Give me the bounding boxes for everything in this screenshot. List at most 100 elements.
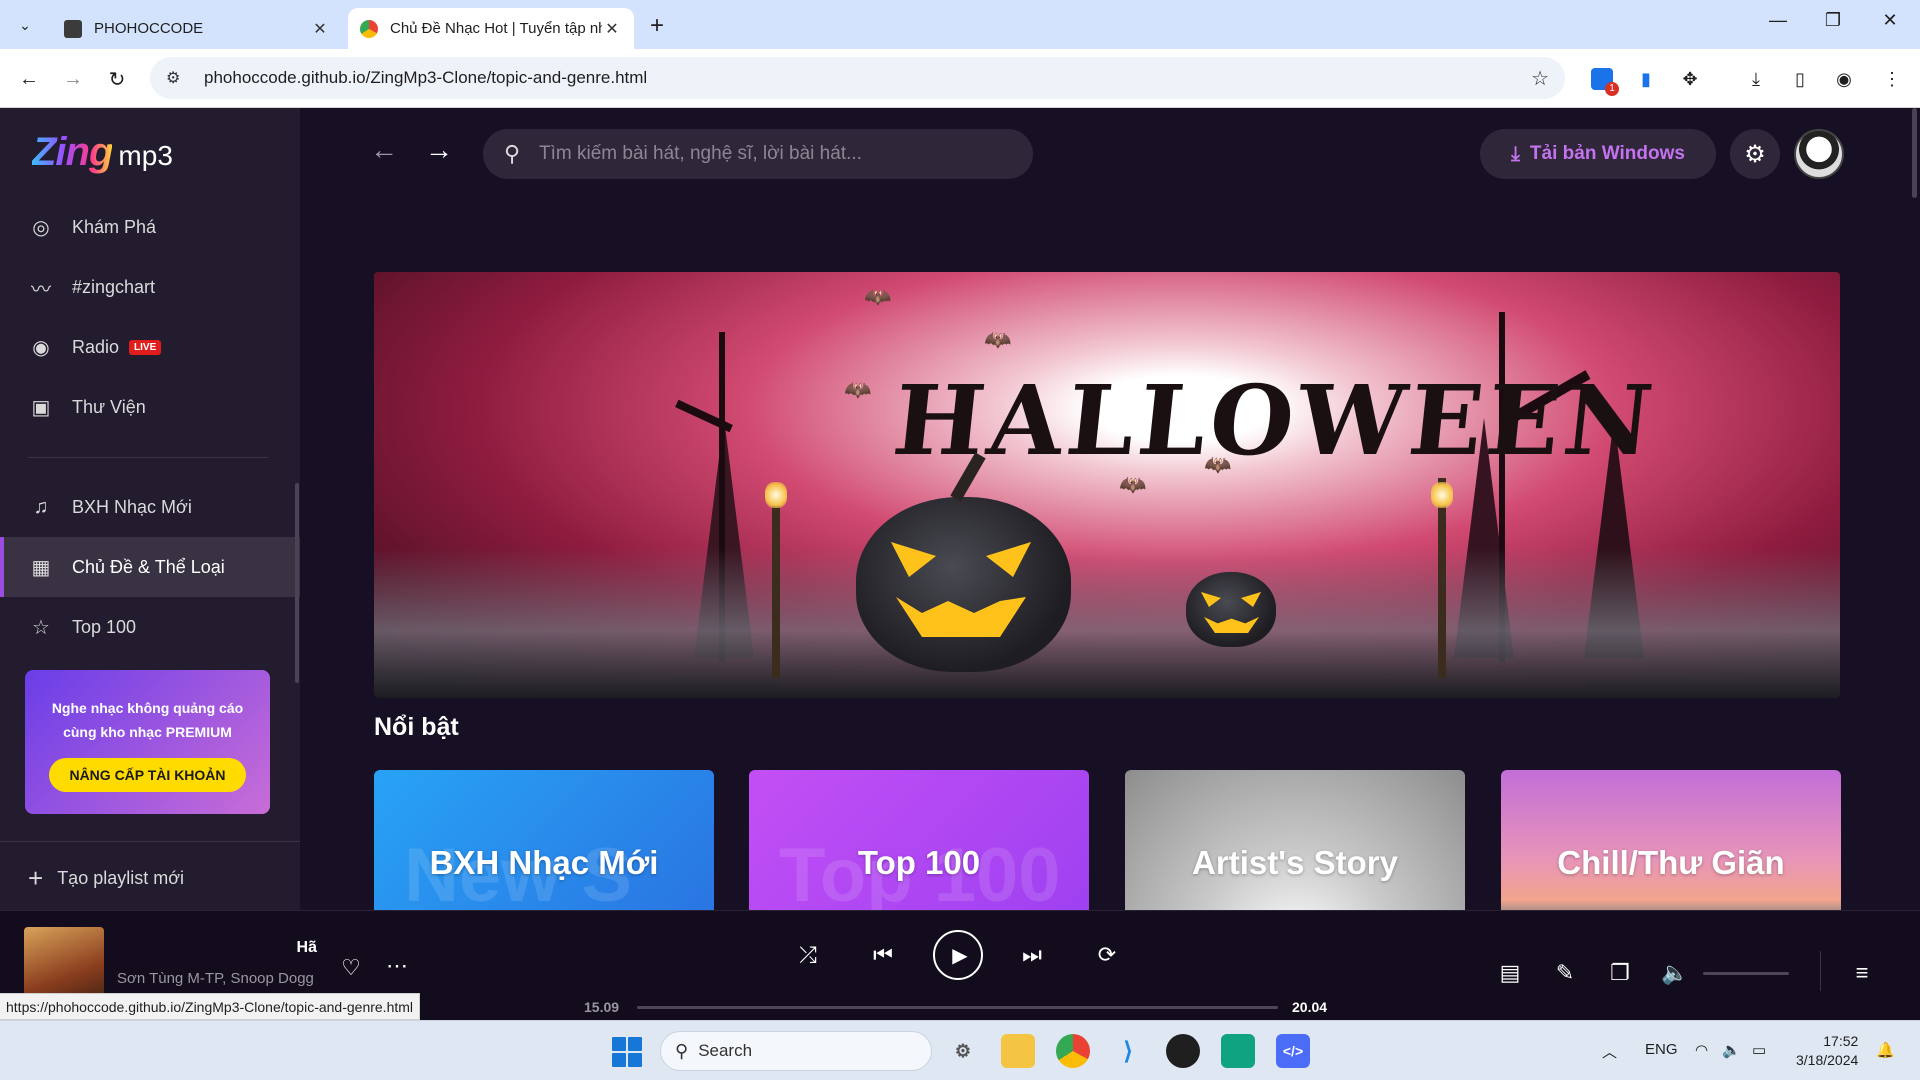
gear-icon: ⚙ (1744, 140, 1766, 168)
banner-title: HALLOWEEN (888, 364, 1662, 477)
restore-icon[interactable]: ❐ (1813, 10, 1853, 31)
code-app-icon[interactable]: </> (1276, 1034, 1310, 1068)
sidebar-item-label: #zingchart (72, 276, 156, 297)
close-tab-icon[interactable]: ✕ (310, 19, 330, 39)
taskbar-clock[interactable]: 17:52 3/18/2024 (1796, 1032, 1858, 1070)
site-info-icon[interactable]: ⚙ (166, 68, 188, 88)
volume-icon[interactable]: 🔈 (1659, 957, 1691, 989)
extension-badge-icon[interactable]: 1 (1588, 65, 1619, 96)
file-explorer-icon[interactable] (1001, 1034, 1035, 1068)
sidebar-item-label: Chủ Đề & Thể Loại (72, 556, 225, 577)
sidebar: Zing mp3 ◎ Khám Phá 〰 #zingchart ◉ Radio… (0, 108, 300, 910)
chrome-icon[interactable] (1056, 1034, 1090, 1068)
clipboard-icon[interactable]: ▮ (1632, 65, 1660, 93)
settings-app-icon[interactable]: ⚙ (946, 1034, 980, 1068)
clock-date: 3/18/2024 (1796, 1052, 1859, 1068)
lamp-light (1431, 482, 1453, 508)
playlist-queue-icon[interactable]: ≡ (1846, 957, 1878, 989)
upgrade-account-button[interactable]: NÂNG CẤP TÀI KHOẢN (49, 758, 246, 792)
address-bar[interactable]: ⚙ phohoccode.github.io/ZingMp3-Clone/top… (150, 57, 1565, 99)
chatgpt-icon[interactable] (1221, 1034, 1255, 1068)
search-icon: ⚲ (675, 1040, 689, 1061)
history-back-icon[interactable]: ← (370, 134, 398, 166)
status-bar-url: https://phohoccode.github.io/ZingMp3-Clo… (0, 993, 421, 1020)
sidebar-item-zingchart[interactable]: 〰 #zingchart (0, 257, 300, 317)
repeat-icon[interactable]: ⟳ (1091, 939, 1123, 971)
more-menu-icon[interactable]: ⋮ (1878, 65, 1906, 93)
speaker-icon[interactable]: 🔈 (1722, 1041, 1741, 1059)
more-options-icon[interactable]: ⋯ (382, 951, 412, 981)
user-avatar[interactable] (1794, 129, 1844, 179)
sidebar-item-kham-pha[interactable]: ◎ Khám Phá (0, 197, 300, 257)
halloween-banner[interactable]: HALLOWEEN 🦇 🦇 🦇 🦇 🦇 (374, 272, 1840, 698)
heart-icon[interactable]: ♡ (336, 953, 366, 983)
shuffle-icon[interactable]: ⤮ (792, 939, 824, 971)
card-label: Artist's Story (1192, 844, 1398, 881)
sidebar-item-radio[interactable]: ◉ Radio LIVE (0, 317, 300, 377)
download-icon: ⤓ (1511, 142, 1520, 165)
notification-bell-icon[interactable]: 🔔 (1876, 1041, 1895, 1059)
settings-button[interactable]: ⚙ (1730, 129, 1780, 179)
sidebar-divider (28, 457, 268, 458)
browser-tab-phohoccode[interactable]: PHOHOCCODE ✕ (52, 8, 342, 49)
tab-title: Chủ Đề Nhạc Hot | Tuyển tập nhạc (390, 20, 602, 37)
new-tab-button[interactable]: + (650, 12, 664, 40)
close-tab-icon[interactable]: ✕ (602, 19, 622, 39)
search-input[interactable] (539, 143, 999, 165)
language-indicator[interactable]: ENG (1645, 1041, 1678, 1058)
back-icon[interactable]: ← (14, 64, 44, 94)
sidebar-item-thu-vien[interactable]: ▣ Thư Viện (0, 377, 300, 437)
lyrics-mic-icon[interactable]: ✎ (1549, 957, 1581, 989)
progress-bar[interactable] (637, 1006, 1278, 1009)
song-title[interactable]: Hã (117, 939, 317, 957)
sidebar-bottom-divider (0, 841, 300, 842)
tab-favicon-icon (64, 19, 82, 38)
reload-icon[interactable]: ↻ (102, 64, 132, 94)
plus-icon: + (28, 863, 44, 893)
main-scrollbar[interactable] (1912, 108, 1917, 198)
vscode-icon[interactable]: ⟩ (1111, 1034, 1145, 1068)
extensions-puzzle-icon[interactable]: ✥ (1676, 65, 1704, 93)
sidebar-item-top-100[interactable]: ☆ Top 100 (0, 597, 300, 657)
previous-track-icon[interactable]: ⏮ (867, 939, 899, 971)
github-icon[interactable] (1166, 1034, 1200, 1068)
chart-icon: 〰 (31, 278, 51, 301)
new-playlist-button[interactable]: + Tạo playlist mới (28, 863, 184, 894)
side-panel-icon[interactable]: ▯ (1786, 65, 1814, 93)
disc-icon: ◎ (32, 216, 50, 239)
sidebar-item-chu-de-the-loai[interactable]: ▦ Chủ Đề & Thể Loại (0, 537, 300, 597)
zing-mp3-logo[interactable]: Zing mp3 (32, 130, 173, 175)
volume-slider[interactable] (1703, 972, 1789, 975)
minimize-icon[interactable]: — (1758, 10, 1798, 31)
sidebar-item-bxh-nhac-moi[interactable]: ♫ BXH Nhạc Mới (0, 477, 300, 537)
download-windows-button[interactable]: ⤓ Tải bản Windows (1480, 129, 1716, 179)
logo-zing: Zing (32, 130, 113, 174)
windows-start-icon[interactable] (612, 1037, 642, 1067)
browser-tab-active[interactable]: Chủ Đề Nhạc Hot | Tuyển tập nhạc ✕ (348, 8, 634, 49)
pumpkin-eye (986, 542, 1031, 577)
battery-icon[interactable]: ▭ (1752, 1041, 1766, 1059)
pumpkin-eye (1241, 592, 1261, 607)
next-track-icon[interactable]: ⏭ (1016, 939, 1048, 971)
taskbar-search[interactable]: ⚲ Search (660, 1031, 932, 1071)
history-forward-icon[interactable]: → (425, 134, 453, 166)
new-playlist-label: Tạo playlist mới (57, 868, 185, 888)
download-icon[interactable]: ⤓ (1742, 65, 1770, 93)
sidebar-scrollbar[interactable] (295, 483, 299, 683)
forward-icon[interactable]: → (58, 64, 88, 94)
bookmark-star-icon[interactable]: ☆ (1531, 66, 1549, 91)
music-note-icon: ♫ (33, 495, 49, 518)
search-bar[interactable]: ⚲ (483, 129, 1033, 179)
tray-chevron-icon[interactable]: ︿ (1602, 1041, 1617, 1062)
mv-icon[interactable]: ▤ (1494, 957, 1526, 989)
profile-icon[interactable]: ◉ (1830, 65, 1858, 93)
mini-player-icon[interactable]: ❐ (1604, 957, 1636, 989)
song-artist[interactable]: Sơn Tùng M-TP, Snoop Dogg (117, 970, 314, 987)
tab-search-dropdown-icon[interactable]: ⌄ (12, 12, 38, 38)
wifi-icon[interactable]: ◠ (1695, 1041, 1708, 1059)
play-button[interactable]: ▶ (933, 930, 983, 980)
zing-mp3-app: Zing mp3 ◎ Khám Phá 〰 #zingchart ◉ Radio… (0, 108, 1920, 1020)
window-close-icon[interactable]: ✕ (1870, 10, 1910, 31)
play-icon: ▶ (952, 944, 968, 967)
search-icon: ⚲ (503, 141, 521, 166)
